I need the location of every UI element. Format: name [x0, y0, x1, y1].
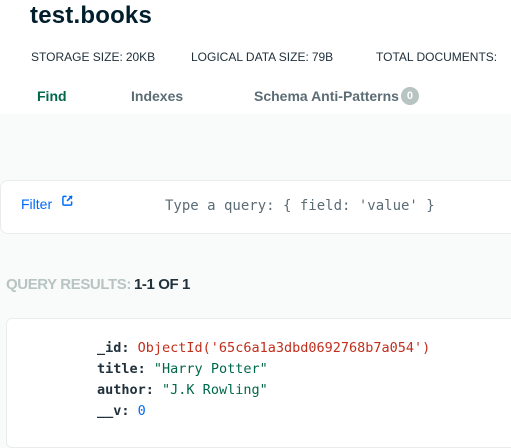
- filter-link[interactable]: Filter: [21, 195, 73, 212]
- tab-schema-anti-patterns-label: Schema Anti-Patterns: [254, 88, 399, 104]
- document-field-author: author: "J.K Rowling": [97, 382, 268, 398]
- field-key: title:: [97, 361, 146, 377]
- total-documents-stat: TOTAL DOCUMENTS:: [376, 50, 497, 64]
- document-card[interactable]: _id: ObjectId('65c6a1a3dbd0692768b7a054'…: [6, 318, 511, 448]
- query-results-header: QUERY RESULTS: 1-1 OF 1: [6, 276, 190, 293]
- field-key: author:: [97, 382, 154, 398]
- field-value: 0: [137, 403, 146, 419]
- document-field-id: _id: ObjectId('65c6a1a3dbd0692768b7a054'…: [97, 340, 430, 356]
- collection-tabs: Find Indexes Schema Anti-Patterns 0: [0, 87, 511, 108]
- logical-size-stat: LOGICAL DATA SIZE: 79B: [191, 50, 333, 64]
- field-value: ObjectId('65c6a1a3dbd0692768b7a054'): [137, 340, 431, 356]
- storage-size-label: STORAGE SIZE:: [31, 50, 123, 64]
- tab-find[interactable]: Find: [37, 88, 67, 104]
- filter-label: Filter: [21, 196, 53, 212]
- query-results-label: QUERY RESULTS:: [6, 276, 131, 293]
- total-documents-label: TOTAL DOCUMENTS:: [376, 50, 498, 64]
- tab-schema-anti-patterns[interactable]: Schema Anti-Patterns 0: [254, 87, 419, 106]
- document-field-title: title: "Harry Potter": [97, 361, 268, 377]
- field-value: "J.K Rowling": [162, 382, 268, 398]
- field-key: _id:: [97, 340, 130, 356]
- anti-patterns-count-badge: 0: [400, 87, 419, 106]
- namespace-title: test.books: [30, 2, 153, 29]
- logical-size-value: 79B: [311, 50, 334, 64]
- query-input[interactable]: [151, 193, 511, 219]
- logical-size-label: LOGICAL DATA SIZE:: [191, 50, 309, 64]
- collection-header: test.books STORAGE SIZE: 20KB LOGICAL DAT…: [0, 0, 511, 114]
- query-bar: Filter: [0, 180, 511, 234]
- storage-size-stat: STORAGE SIZE: 20KB: [31, 50, 155, 64]
- query-results-count: 1-1 OF 1: [133, 276, 190, 293]
- tab-indexes[interactable]: Indexes: [131, 88, 183, 104]
- document-field-v: __v: 0: [97, 403, 146, 419]
- field-value: "Harry Potter": [153, 361, 268, 377]
- external-link-icon: [62, 195, 73, 206]
- storage-size-value: 20KB: [125, 50, 156, 64]
- field-key: __v:: [97, 403, 130, 419]
